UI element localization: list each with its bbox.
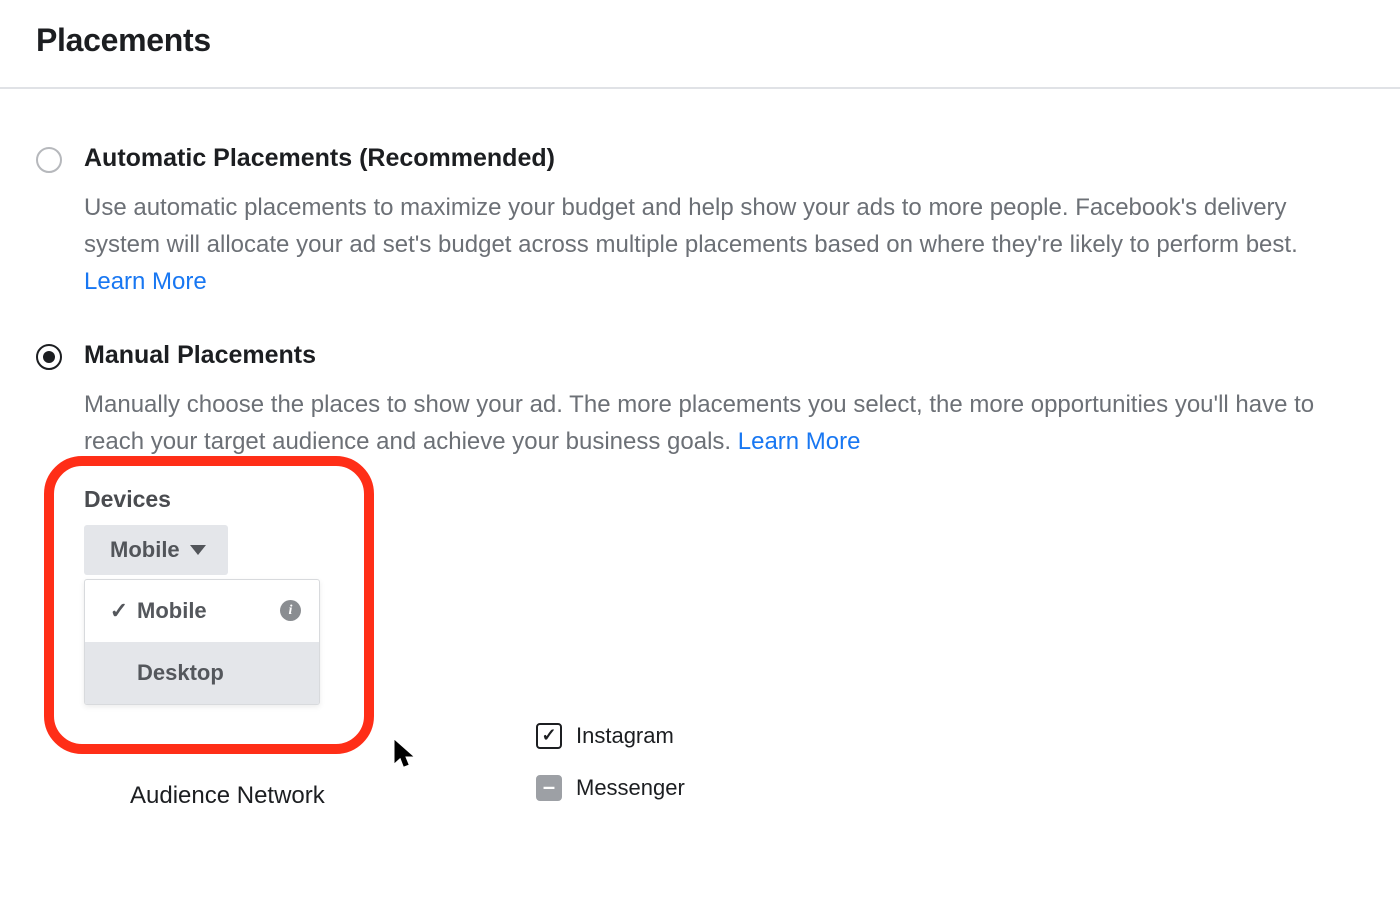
section-title-placements: Placements bbox=[36, 22, 1364, 87]
learn-more-manual[interactable]: Learn More bbox=[738, 428, 861, 455]
platform-audience-network-label: Audience Network bbox=[130, 782, 325, 810]
option-title-manual: Manual Placements bbox=[84, 341, 1364, 370]
devices-dropdown-button[interactable]: Mobile bbox=[84, 525, 228, 575]
devices-dropdown-value: Mobile bbox=[110, 537, 180, 563]
platform-messenger-label: Messenger bbox=[576, 775, 685, 801]
info-icon[interactable]: i bbox=[280, 600, 301, 621]
caret-down-icon bbox=[190, 545, 206, 555]
option-desc-manual: Manually choose the places to show your … bbox=[84, 386, 1364, 460]
radio-automatic-placements[interactable] bbox=[36, 147, 62, 173]
check-icon: ✓ bbox=[101, 598, 137, 624]
option-desc-automatic: Use automatic placements to maximize you… bbox=[84, 189, 1364, 301]
learn-more-automatic[interactable]: Learn More bbox=[84, 268, 207, 295]
devices-dropdown-menu: ✓ Mobile i Desktop bbox=[84, 579, 320, 705]
devices-option-desktop[interactable]: Desktop bbox=[85, 642, 319, 704]
platform-instagram-label: Instagram bbox=[576, 723, 674, 749]
cursor-icon bbox=[394, 740, 416, 775]
devices-label: Devices bbox=[84, 486, 1364, 513]
checkbox-messenger[interactable]: – bbox=[536, 775, 562, 801]
checkbox-instagram[interactable]: ✓ bbox=[536, 723, 562, 749]
devices-option-mobile[interactable]: ✓ Mobile i bbox=[85, 580, 319, 642]
option-title-automatic: Automatic Placements (Recommended) bbox=[84, 144, 1364, 173]
radio-manual-placements[interactable] bbox=[36, 344, 62, 370]
